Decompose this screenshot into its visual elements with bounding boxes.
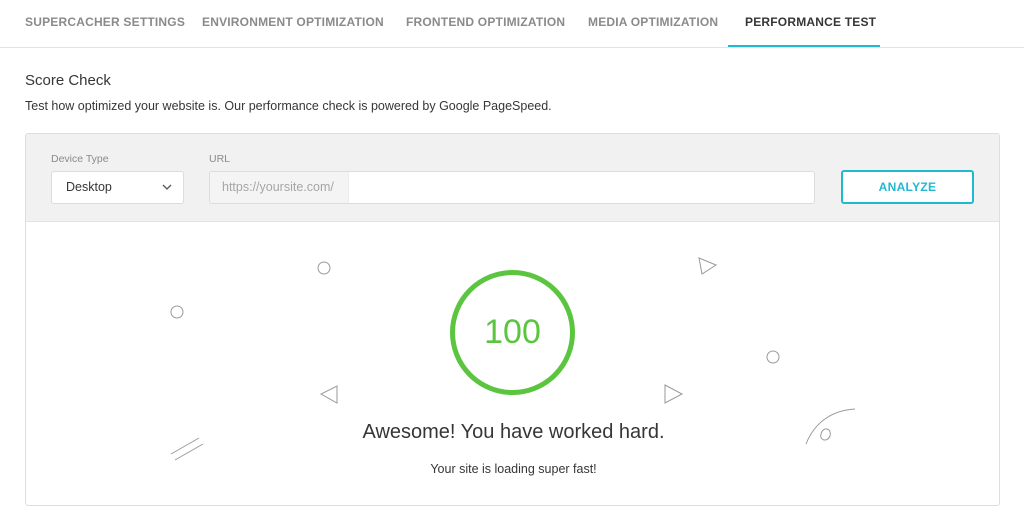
score-value: 100 xyxy=(484,313,541,351)
deco-circle-icon xyxy=(170,305,184,319)
deco-triangle-icon xyxy=(664,384,684,404)
deco-circle-icon xyxy=(317,261,331,275)
score-check-card: Device Type Desktop URL https://yoursite… xyxy=(25,133,1000,506)
tab-media-optimization[interactable]: MEDIA OPTIMIZATION xyxy=(588,0,718,48)
tab-performance-test[interactable]: PERFORMANCE TEST xyxy=(745,0,876,48)
active-tab-indicator xyxy=(728,45,880,47)
deco-line-icon xyxy=(174,443,204,461)
tab-frontend-optimization[interactable]: FRONTEND OPTIMIZATION xyxy=(406,0,565,48)
result-title: Awesome! You have worked hard. xyxy=(362,421,665,443)
deco-circle-icon xyxy=(766,350,780,364)
result-subtitle: Your site is loading super fast! xyxy=(430,462,597,476)
section-title: Score Check xyxy=(25,72,111,89)
deco-triangle-icon xyxy=(698,257,718,275)
section-description: Test how optimized your website is. Our … xyxy=(25,99,552,113)
tab-bar: SUPERCACHER SETTINGS ENVIRONMENT OPTIMIZ… xyxy=(0,0,1024,48)
deco-triangle-icon xyxy=(319,385,338,404)
tab-supercacher-settings[interactable]: SUPERCACHER SETTINGS xyxy=(25,0,185,48)
tab-environment-optimization[interactable]: ENVIRONMENT OPTIMIZATION xyxy=(202,0,384,48)
